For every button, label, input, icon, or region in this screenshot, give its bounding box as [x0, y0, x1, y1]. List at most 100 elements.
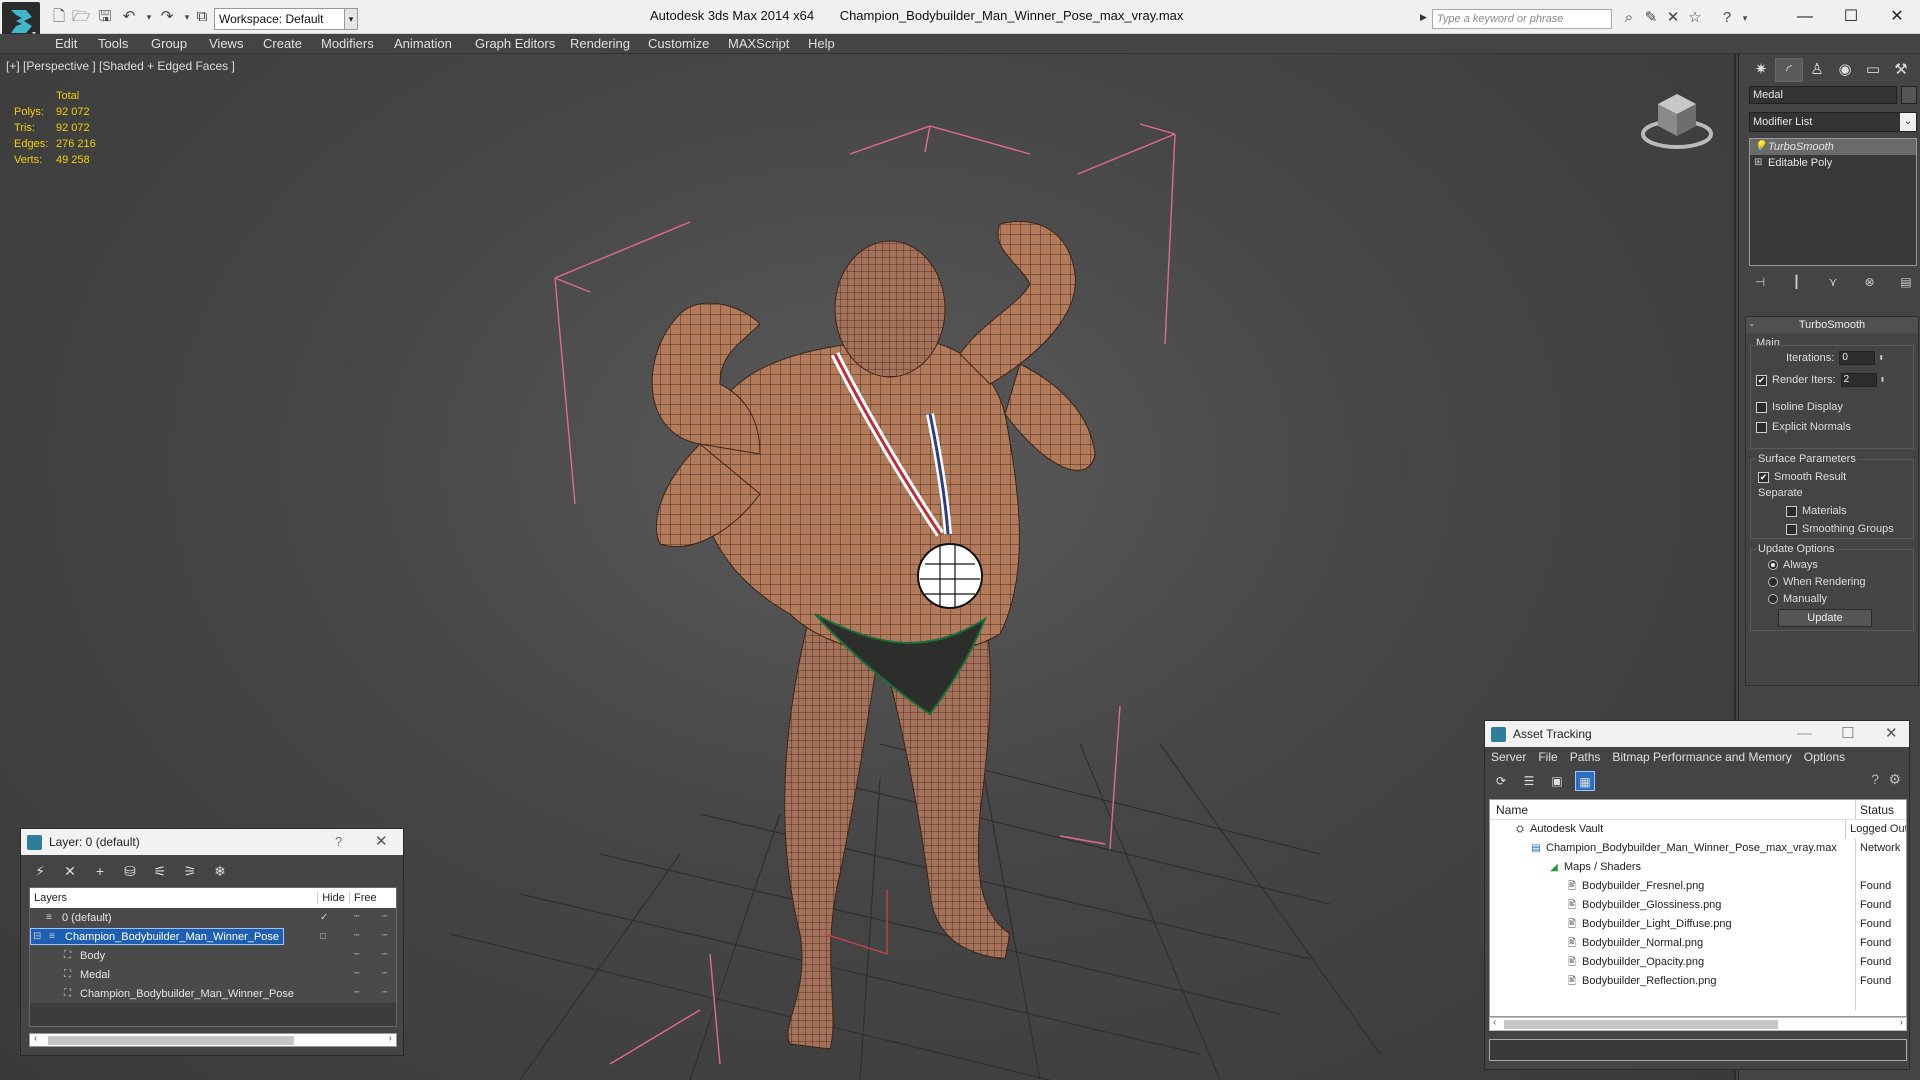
workspace-dropdown[interactable]: Workspace: Default ▾ — [214, 8, 352, 30]
context-help-icon[interactable]: ⚙ — [1888, 771, 1901, 788]
help-dropdown-icon[interactable]: ▾ — [1736, 9, 1754, 27]
scrollbar-thumb[interactable] — [1504, 1020, 1778, 1029]
hide-toggle[interactable]: ┅ — [354, 987, 359, 998]
spinner-arrows-icon[interactable]: ⬍ — [1880, 376, 1886, 384]
configure-modifier-sets-icon[interactable]: ▤ — [1895, 272, 1917, 292]
hide-toggle[interactable]: ┅ — [354, 968, 359, 979]
maximize-button[interactable]: ☐ — [1828, 4, 1874, 30]
asset-row[interactable]: 🖹 Bodybuilder_Normal.png Found — [1490, 934, 1906, 953]
explicit-normals-checkbox[interactable] — [1756, 421, 1767, 433]
manually-radio-row[interactable]: Manually — [1768, 593, 1827, 605]
search-input[interactable]: Type a keyword or phrase — [1432, 9, 1612, 29]
search-expand-icon[interactable]: ▶ — [1420, 12, 1427, 23]
modify-tab-icon[interactable]: ◜ — [1775, 58, 1803, 82]
stack-item-editable-poly[interactable]: ⊞ Editable Poly — [1750, 155, 1916, 171]
scrollbar-thumb[interactable] — [48, 1036, 294, 1045]
stack-item-turbosmooth[interactable]: 💡 TurboSmooth — [1750, 139, 1916, 155]
freeze-toggle[interactable]: ┅ — [382, 930, 387, 941]
asset-row[interactable]: ◢ Maps / Shaders — [1490, 858, 1906, 877]
asset-menu-server[interactable]: Server — [1491, 747, 1526, 767]
asset-menu-bitmap-performance[interactable]: Bitmap Performance and Memory — [1612, 747, 1791, 767]
asset-row[interactable]: 🖹 Bodybuilder_Opacity.png Found — [1490, 953, 1906, 972]
layer-row[interactable]: ⛶ Body ┅ ┅ — [30, 946, 396, 965]
highlight-layer-icon[interactable]: ⚟ — [149, 861, 171, 881]
favorites-star-icon[interactable]: ☆ — [1686, 9, 1704, 27]
help-icon[interactable]: ? — [1718, 9, 1736, 27]
table-view-icon[interactable]: ▦ — [1575, 771, 1595, 791]
asset-menu-paths[interactable]: Paths — [1570, 747, 1601, 767]
menu-graph-editors[interactable]: Graph Editors — [475, 36, 555, 51]
asset-row[interactable]: 🖹 Bodybuilder_Fresnel.png Found — [1490, 877, 1906, 896]
close-button[interactable]: ✕ — [1874, 4, 1920, 30]
materials-row[interactable]: Materials — [1786, 505, 1847, 517]
motion-tab-icon[interactable]: ◉ — [1831, 58, 1859, 82]
smooth-result-row[interactable]: ✔ Smooth Result — [1758, 471, 1846, 483]
hide-toggle[interactable]: ┅ — [354, 911, 359, 922]
show-end-result-icon[interactable]: ┃ — [1786, 272, 1808, 292]
active-layer-box-icon[interactable]: □ — [320, 931, 326, 942]
col-hide[interactable]: Hide — [318, 892, 350, 904]
freeze-toggle[interactable]: ┅ — [382, 949, 387, 960]
new-file-icon[interactable]: 🗋 — [50, 8, 68, 26]
asset-row[interactable]: 🖹 Bodybuilder_Reflection.png Found — [1490, 972, 1906, 991]
scroll-right-icon[interactable]: › — [389, 1033, 392, 1044]
freeze-toggle[interactable]: ┅ — [382, 911, 387, 922]
subscription-icon[interactable]: ✎ — [1642, 9, 1660, 27]
display-tab-icon[interactable]: ▭ — [1859, 58, 1887, 82]
always-radio[interactable] — [1768, 560, 1778, 570]
menu-create[interactable]: Create — [263, 36, 302, 51]
create-tab-icon[interactable]: ✷ — [1747, 58, 1775, 82]
render-iters-checkbox[interactable]: ✔ — [1756, 374, 1767, 386]
menu-tools[interactable]: Tools — [98, 36, 128, 51]
scroll-right-icon[interactable]: › — [1900, 1017, 1903, 1028]
undo-icon[interactable]: ↶ — [120, 8, 138, 26]
col-freeze[interactable]: Free — [350, 892, 377, 904]
update-button[interactable]: Update — [1778, 609, 1872, 627]
lightbulb-icon[interactable]: 💡 — [1754, 139, 1768, 155]
smoothing-groups-checkbox[interactable] — [1786, 523, 1797, 535]
iterations-spinner[interactable]: 0 — [1839, 351, 1876, 365]
when-rendering-radio-row[interactable]: When Rendering — [1768, 576, 1866, 588]
menu-views[interactable]: Views — [209, 36, 243, 51]
hide-toggle[interactable]: ┅ — [354, 949, 359, 960]
when-rendering-radio[interactable] — [1768, 577, 1778, 587]
help-icon[interactable]: ? — [335, 829, 342, 855]
undo-dropdown-icon[interactable]: ▾ — [140, 8, 158, 26]
isoline-display-checkbox[interactable] — [1756, 401, 1767, 413]
explicit-normals-row[interactable]: Explicit Normals — [1756, 421, 1851, 433]
freeze-toggle[interactable]: ┅ — [382, 987, 387, 998]
communication-center-icon[interactable]: ✕ — [1664, 9, 1682, 27]
minimize-button[interactable]: — — [1782, 4, 1828, 30]
menu-maxscript[interactable]: MAXScript — [728, 36, 789, 51]
col-layers[interactable]: Layers — [30, 892, 318, 904]
layer-dialog-titlebar[interactable]: Layer: 0 (default) ? ✕ — [21, 829, 403, 855]
freeze-all-icon[interactable]: ❄ — [209, 861, 231, 881]
asset-dialog-titlebar[interactable]: Asset Tracking — ☐ ✕ — [1485, 721, 1909, 747]
redo-icon[interactable]: ↷ — [158, 8, 176, 26]
thumbnail-view-icon[interactable]: ▣ — [1547, 771, 1567, 791]
smoothing-groups-row[interactable]: Smoothing Groups — [1786, 523, 1894, 535]
asset-horizontal-scrollbar[interactable]: ‹ › — [1489, 1017, 1907, 1031]
menu-group[interactable]: Group — [151, 36, 187, 51]
project-folder-icon[interactable]: ⧉ — [193, 8, 211, 26]
help-icon[interactable]: ? — [1871, 771, 1879, 787]
expand-plus-icon[interactable]: ⊞ — [1754, 155, 1768, 171]
object-name-field[interactable]: Medal — [1749, 86, 1897, 104]
menu-modifiers[interactable]: Modifiers — [321, 36, 374, 51]
menu-animation[interactable]: Animation — [394, 36, 452, 51]
menu-customize[interactable]: Customize — [648, 36, 709, 51]
col-name[interactable]: Name — [1490, 800, 1856, 819]
binoculars-icon[interactable]: ⌕ — [1620, 9, 1638, 27]
minimize-button[interactable]: — — [1797, 721, 1812, 747]
modifier-list-dropdown[interactable]: Modifier List ⌄ — [1749, 112, 1917, 132]
asset-menu-options[interactable]: Options — [1804, 747, 1845, 767]
spinner-arrows-icon[interactable]: ⬍ — [1878, 354, 1884, 362]
asset-row[interactable]: 🖹 Bodybuilder_Light_Diffuse.png Found — [1490, 915, 1906, 934]
maximize-button[interactable]: ☐ — [1841, 721, 1854, 747]
viewcube-icon[interactable] — [1640, 84, 1714, 150]
menu-help[interactable]: Help — [808, 36, 835, 51]
col-status[interactable]: Status — [1856, 800, 1894, 819]
rollout-header[interactable]: - TurboSmooth — [1746, 317, 1918, 333]
scroll-left-icon[interactable]: ‹ — [34, 1033, 37, 1044]
render-iters-spinner[interactable]: 2 — [1840, 373, 1877, 387]
